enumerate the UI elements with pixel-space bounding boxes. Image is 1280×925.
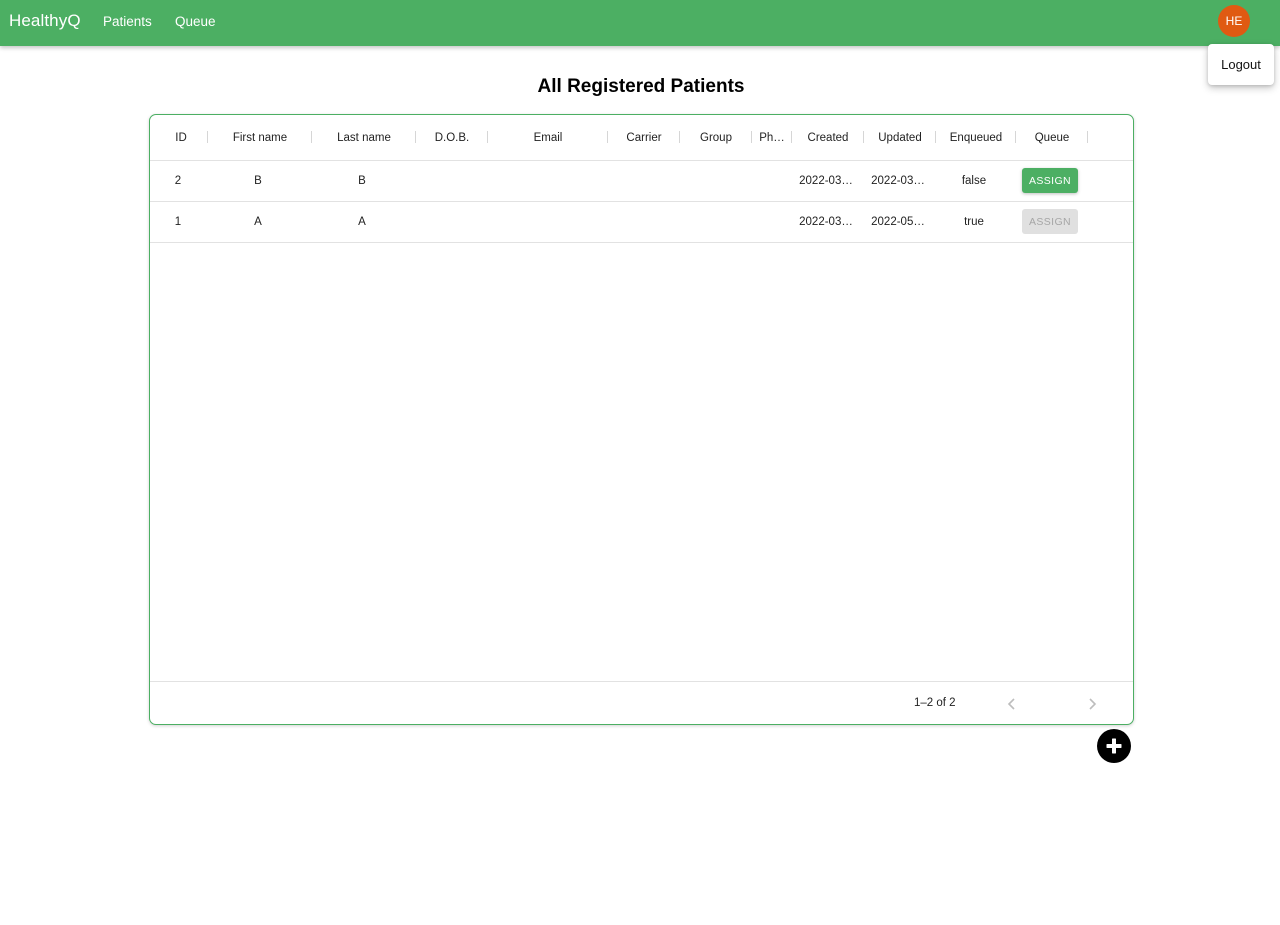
cell-email (488, 161, 606, 201)
add-patient-button[interactable] (1097, 729, 1131, 763)
column-header-updated[interactable]: Updated (864, 115, 936, 161)
cell-enqueued: true (964, 216, 984, 228)
page-title: All Registered Patients (537, 76, 745, 97)
column-header-email[interactable]: Email (488, 115, 608, 161)
cell-email (488, 202, 606, 242)
chevron-right-icon[interactable] (1080, 692, 1104, 716)
cell-first-name: A (254, 216, 262, 228)
plus-circle-icon (1106, 738, 1122, 754)
cell-dob (416, 161, 486, 201)
cell-updated: 2022-03… (871, 175, 925, 187)
cell-last-name: A (358, 216, 366, 228)
cell-group (680, 161, 750, 201)
cell-dob (416, 202, 486, 242)
cell-phone (752, 161, 790, 201)
column-header-enqueued[interactable]: Enqueued (936, 115, 1016, 161)
column-header-id[interactable]: ID (164, 115, 198, 161)
pagination-range: 1–2 of 2 (914, 697, 956, 709)
cell-id: 2 (174, 175, 182, 187)
cell-group (680, 202, 750, 242)
column-header-created[interactable]: Created (792, 115, 864, 161)
cell-created: 2022-03… (799, 216, 853, 228)
patients-table: ID First name Last name D.O.B. Email Car… (149, 114, 1134, 725)
column-separator[interactable] (1087, 131, 1088, 143)
cell-phone (752, 202, 790, 242)
app-bar: HealthyQ Patients Queue HE (0, 0, 1280, 46)
user-avatar[interactable]: HE (1218, 5, 1250, 37)
column-header-phone[interactable]: Ph… (752, 115, 792, 161)
column-header-last-name[interactable]: Last name (312, 115, 416, 161)
chevron-left-icon[interactable] (1000, 692, 1024, 716)
cell-id: 1 (174, 216, 182, 228)
cell-first-name: B (254, 175, 262, 187)
nav-queue[interactable]: Queue (175, 14, 216, 29)
table-row[interactable]: 2 B B 2022-03… 2022-03… false ASSIGN (150, 161, 1133, 202)
cell-updated: 2022-05… (871, 216, 925, 228)
cell-carrier (608, 161, 678, 201)
table-footer: 1–2 of 2 (150, 681, 1133, 724)
column-header-first-name[interactable]: First name (208, 115, 312, 161)
assign-button[interactable]: ASSIGN (1022, 168, 1078, 193)
cell-last-name: B (358, 175, 366, 187)
column-header-group[interactable]: Group (680, 115, 752, 161)
table-row[interactable]: 1 A A 2022-03… 2022-05… true ASSIGN (150, 202, 1133, 243)
assign-button-disabled: ASSIGN (1022, 209, 1078, 234)
column-header-dob[interactable]: D.O.B. (416, 115, 488, 161)
cell-carrier (608, 202, 678, 242)
table-header: ID First name Last name D.O.B. Email Car… (150, 115, 1133, 161)
brand-logo[interactable]: HealthyQ (9, 11, 81, 31)
cell-created: 2022-03… (799, 175, 853, 187)
column-header-carrier[interactable]: Carrier (608, 115, 680, 161)
column-header-queue[interactable]: Queue (1016, 115, 1088, 161)
nav-patients[interactable]: Patients (103, 14, 152, 29)
cell-enqueued: false (961, 175, 987, 187)
